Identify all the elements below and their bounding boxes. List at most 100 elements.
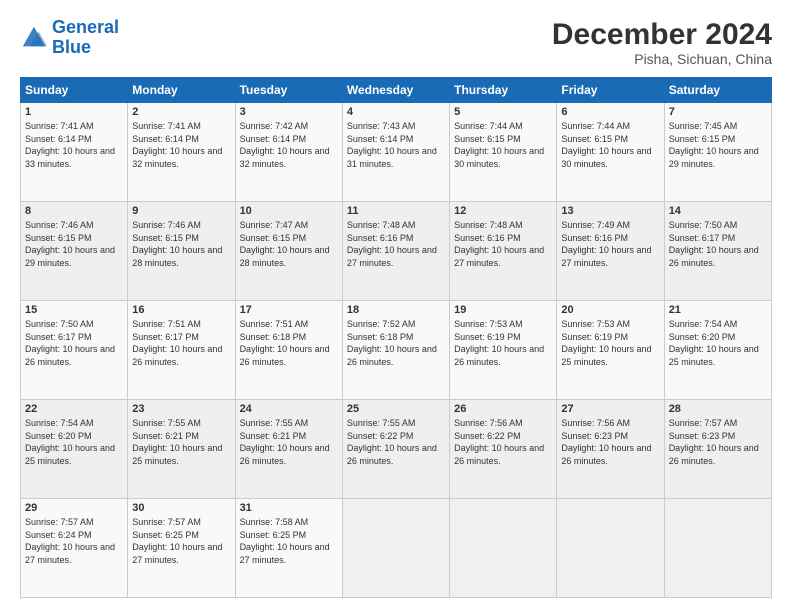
- calendar-cell: 10 Sunrise: 7:47 AM Sunset: 6:15 PM Dayl…: [235, 202, 342, 301]
- calendar-cell: 2 Sunrise: 7:41 AM Sunset: 6:14 PM Dayli…: [128, 103, 235, 202]
- day-content: Sunrise: 7:50 AM Sunset: 6:17 PM Dayligh…: [25, 318, 123, 368]
- calendar-cell: [557, 499, 664, 598]
- day-number: 11: [347, 205, 445, 217]
- day-header-thursday: Thursday: [450, 78, 557, 103]
- calendar-cell: 20 Sunrise: 7:53 AM Sunset: 6:19 PM Dayl…: [557, 301, 664, 400]
- day-content: Sunrise: 7:44 AM Sunset: 6:15 PM Dayligh…: [561, 120, 659, 170]
- day-number: 2: [132, 106, 230, 118]
- day-number: 28: [669, 403, 767, 415]
- day-number: 22: [25, 403, 123, 415]
- day-content: Sunrise: 7:54 AM Sunset: 6:20 PM Dayligh…: [669, 318, 767, 368]
- day-number: 9: [132, 205, 230, 217]
- day-header-friday: Friday: [557, 78, 664, 103]
- day-content: Sunrise: 7:51 AM Sunset: 6:18 PM Dayligh…: [240, 318, 338, 368]
- day-number: 23: [132, 403, 230, 415]
- calendar-cell: 23 Sunrise: 7:55 AM Sunset: 6:21 PM Dayl…: [128, 400, 235, 499]
- day-header-tuesday: Tuesday: [235, 78, 342, 103]
- day-number: 27: [561, 403, 659, 415]
- calendar-cell: 6 Sunrise: 7:44 AM Sunset: 6:15 PM Dayli…: [557, 103, 664, 202]
- calendar-cell: 25 Sunrise: 7:55 AM Sunset: 6:22 PM Dayl…: [342, 400, 449, 499]
- calendar-cell: 3 Sunrise: 7:42 AM Sunset: 6:14 PM Dayli…: [235, 103, 342, 202]
- calendar-cell: 26 Sunrise: 7:56 AM Sunset: 6:22 PM Dayl…: [450, 400, 557, 499]
- calendar-cell: 18 Sunrise: 7:52 AM Sunset: 6:18 PM Dayl…: [342, 301, 449, 400]
- subtitle: Pisha, Sichuan, China: [552, 51, 772, 67]
- logo: General Blue: [20, 18, 119, 58]
- calendar-cell: 19 Sunrise: 7:53 AM Sunset: 6:19 PM Dayl…: [450, 301, 557, 400]
- calendar-cell: [342, 499, 449, 598]
- calendar-cell: 27 Sunrise: 7:56 AM Sunset: 6:23 PM Dayl…: [557, 400, 664, 499]
- day-number: 13: [561, 205, 659, 217]
- day-number: 1: [25, 106, 123, 118]
- calendar-cell: 31 Sunrise: 7:58 AM Sunset: 6:25 PM Dayl…: [235, 499, 342, 598]
- day-number: 6: [561, 106, 659, 118]
- logo-icon: [20, 24, 48, 52]
- calendar-cell: [664, 499, 771, 598]
- calendar-cell: 22 Sunrise: 7:54 AM Sunset: 6:20 PM Dayl…: [21, 400, 128, 499]
- main-title: December 2024: [552, 18, 772, 51]
- calendar-cell: 13 Sunrise: 7:49 AM Sunset: 6:16 PM Dayl…: [557, 202, 664, 301]
- day-content: Sunrise: 7:48 AM Sunset: 6:16 PM Dayligh…: [347, 219, 445, 269]
- day-content: Sunrise: 7:41 AM Sunset: 6:14 PM Dayligh…: [25, 120, 123, 170]
- day-number: 20: [561, 304, 659, 316]
- calendar-cell: 9 Sunrise: 7:46 AM Sunset: 6:15 PM Dayli…: [128, 202, 235, 301]
- calendar-cell: 7 Sunrise: 7:45 AM Sunset: 6:15 PM Dayli…: [664, 103, 771, 202]
- calendar-cell: 4 Sunrise: 7:43 AM Sunset: 6:14 PM Dayli…: [342, 103, 449, 202]
- day-content: Sunrise: 7:49 AM Sunset: 6:16 PM Dayligh…: [561, 219, 659, 269]
- day-content: Sunrise: 7:52 AM Sunset: 6:18 PM Dayligh…: [347, 318, 445, 368]
- day-number: 15: [25, 304, 123, 316]
- day-number: 8: [25, 205, 123, 217]
- day-number: 7: [669, 106, 767, 118]
- day-number: 12: [454, 205, 552, 217]
- day-number: 5: [454, 106, 552, 118]
- day-content: Sunrise: 7:53 AM Sunset: 6:19 PM Dayligh…: [454, 318, 552, 368]
- day-content: Sunrise: 7:57 AM Sunset: 6:25 PM Dayligh…: [132, 516, 230, 566]
- day-content: Sunrise: 7:46 AM Sunset: 6:15 PM Dayligh…: [132, 219, 230, 269]
- day-header-monday: Monday: [128, 78, 235, 103]
- calendar-cell: 12 Sunrise: 7:48 AM Sunset: 6:16 PM Dayl…: [450, 202, 557, 301]
- title-block: December 2024 Pisha, Sichuan, China: [552, 18, 772, 67]
- day-content: Sunrise: 7:47 AM Sunset: 6:15 PM Dayligh…: [240, 219, 338, 269]
- calendar-cell: 29 Sunrise: 7:57 AM Sunset: 6:24 PM Dayl…: [21, 499, 128, 598]
- calendar-cell: 11 Sunrise: 7:48 AM Sunset: 6:16 PM Dayl…: [342, 202, 449, 301]
- day-content: Sunrise: 7:50 AM Sunset: 6:17 PM Dayligh…: [669, 219, 767, 269]
- day-content: Sunrise: 7:54 AM Sunset: 6:20 PM Dayligh…: [25, 417, 123, 467]
- day-number: 14: [669, 205, 767, 217]
- day-number: 4: [347, 106, 445, 118]
- day-number: 30: [132, 502, 230, 514]
- day-content: Sunrise: 7:55 AM Sunset: 6:22 PM Dayligh…: [347, 417, 445, 467]
- day-header-saturday: Saturday: [664, 78, 771, 103]
- day-content: Sunrise: 7:53 AM Sunset: 6:19 PM Dayligh…: [561, 318, 659, 368]
- day-header-sunday: Sunday: [21, 78, 128, 103]
- calendar-cell: 30 Sunrise: 7:57 AM Sunset: 6:25 PM Dayl…: [128, 499, 235, 598]
- day-number: 3: [240, 106, 338, 118]
- day-number: 19: [454, 304, 552, 316]
- day-content: Sunrise: 7:42 AM Sunset: 6:14 PM Dayligh…: [240, 120, 338, 170]
- calendar-cell: 17 Sunrise: 7:51 AM Sunset: 6:18 PM Dayl…: [235, 301, 342, 400]
- day-number: 31: [240, 502, 338, 514]
- day-content: Sunrise: 7:56 AM Sunset: 6:22 PM Dayligh…: [454, 417, 552, 467]
- calendar-cell: 5 Sunrise: 7:44 AM Sunset: 6:15 PM Dayli…: [450, 103, 557, 202]
- day-content: Sunrise: 7:58 AM Sunset: 6:25 PM Dayligh…: [240, 516, 338, 566]
- day-number: 16: [132, 304, 230, 316]
- logo-text: General Blue: [52, 18, 119, 58]
- day-content: Sunrise: 7:41 AM Sunset: 6:14 PM Dayligh…: [132, 120, 230, 170]
- day-number: 29: [25, 502, 123, 514]
- day-content: Sunrise: 7:43 AM Sunset: 6:14 PM Dayligh…: [347, 120, 445, 170]
- calendar-cell: 28 Sunrise: 7:57 AM Sunset: 6:23 PM Dayl…: [664, 400, 771, 499]
- page: General Blue December 2024 Pisha, Sichua…: [0, 0, 792, 612]
- day-content: Sunrise: 7:48 AM Sunset: 6:16 PM Dayligh…: [454, 219, 552, 269]
- calendar-cell: [450, 499, 557, 598]
- day-content: Sunrise: 7:57 AM Sunset: 6:24 PM Dayligh…: [25, 516, 123, 566]
- day-content: Sunrise: 7:51 AM Sunset: 6:17 PM Dayligh…: [132, 318, 230, 368]
- calendar-cell: 8 Sunrise: 7:46 AM Sunset: 6:15 PM Dayli…: [21, 202, 128, 301]
- calendar-table: SundayMondayTuesdayWednesdayThursdayFrid…: [20, 77, 772, 598]
- day-content: Sunrise: 7:56 AM Sunset: 6:23 PM Dayligh…: [561, 417, 659, 467]
- day-number: 17: [240, 304, 338, 316]
- day-content: Sunrise: 7:57 AM Sunset: 6:23 PM Dayligh…: [669, 417, 767, 467]
- day-number: 18: [347, 304, 445, 316]
- day-number: 24: [240, 403, 338, 415]
- day-number: 10: [240, 205, 338, 217]
- day-content: Sunrise: 7:55 AM Sunset: 6:21 PM Dayligh…: [132, 417, 230, 467]
- day-content: Sunrise: 7:55 AM Sunset: 6:21 PM Dayligh…: [240, 417, 338, 467]
- calendar-cell: 1 Sunrise: 7:41 AM Sunset: 6:14 PM Dayli…: [21, 103, 128, 202]
